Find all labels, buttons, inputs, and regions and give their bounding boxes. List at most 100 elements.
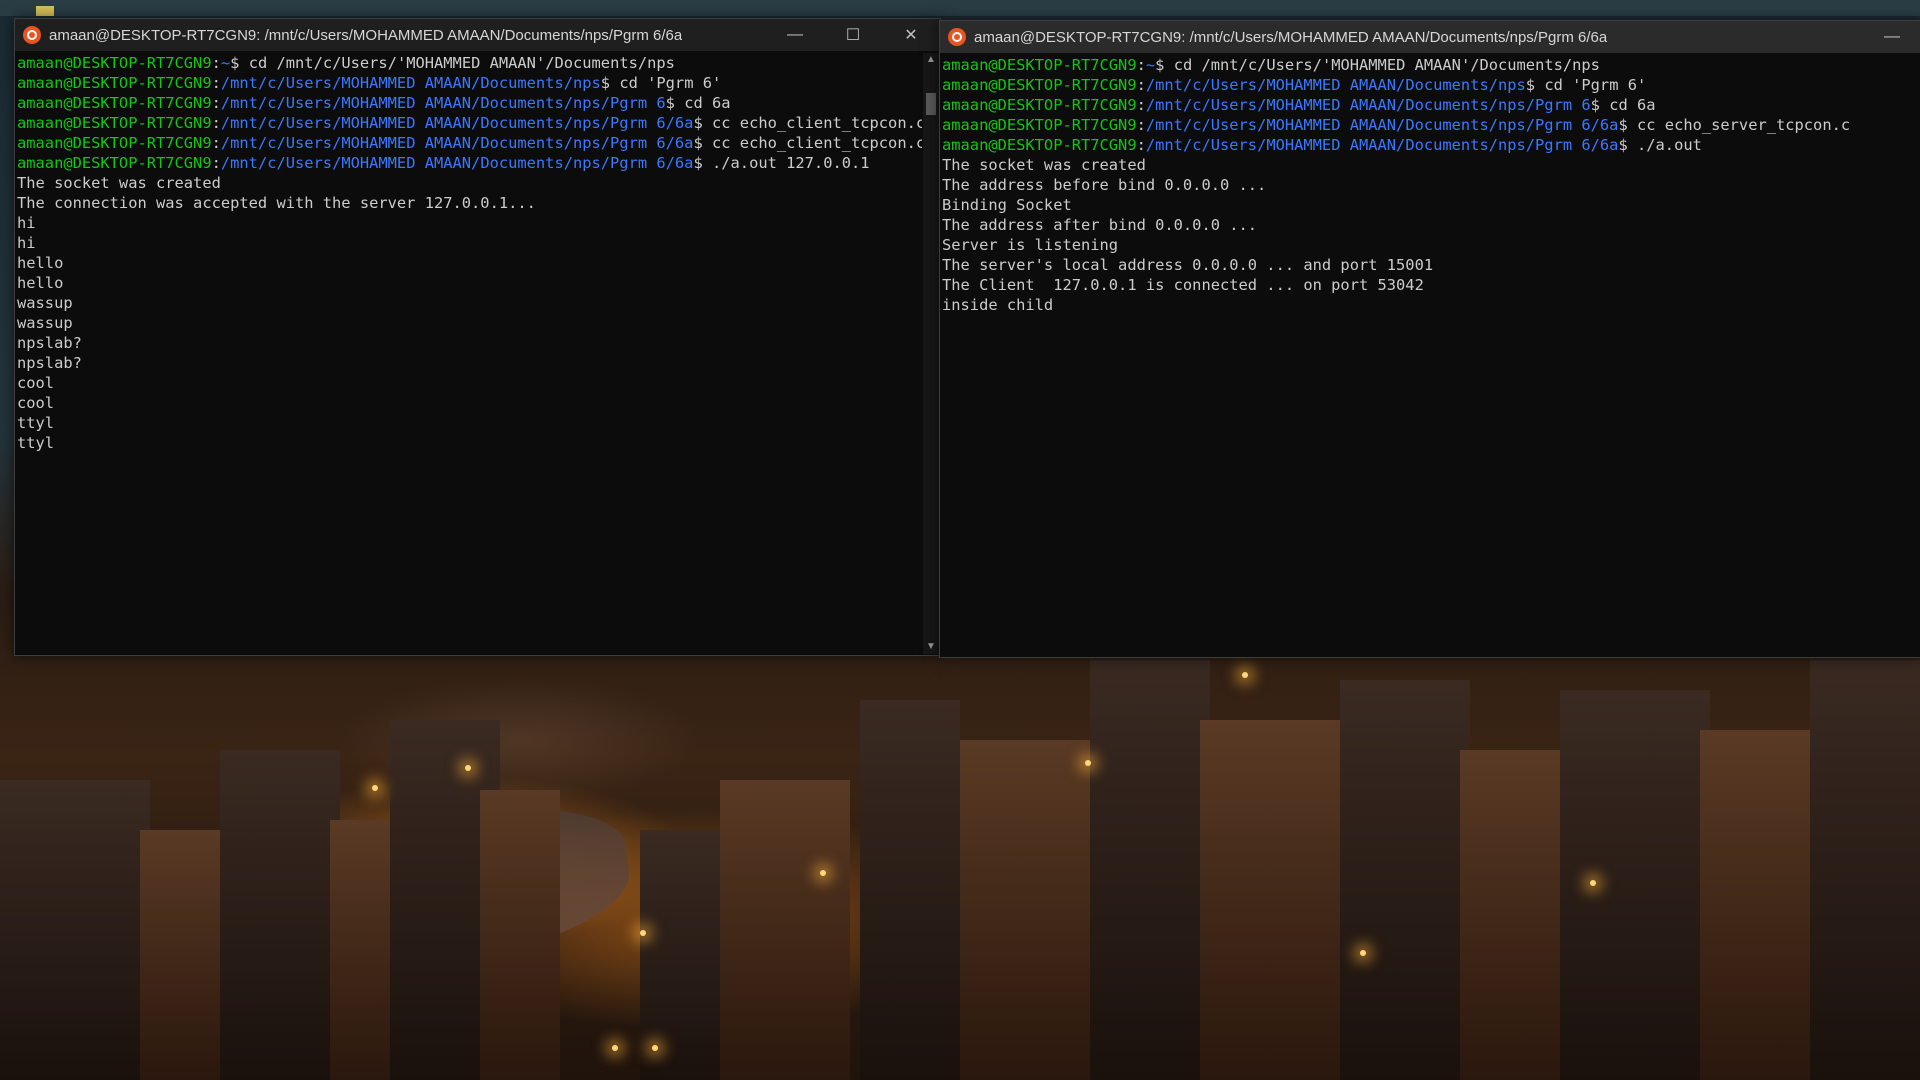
prompt-path: ~ [220,54,231,72]
command-text: cd 'Pgrm 6' [1544,76,1647,94]
wallpaper-building [640,830,730,1080]
output-line: The Client 127.0.0.1 is connected ... on… [942,276,1424,294]
minimize-icon[interactable]: — [1863,21,1920,53]
wallpaper-building [220,750,340,1080]
prompt-path: /mnt/c/Users/MOHAMMED AMAAN/Documents/np… [220,134,694,152]
client-scrollbar[interactable]: ▲ ▼ [923,53,939,654]
prompt-path: /mnt/c/Users/MOHAMMED AMAAN/Documents/np… [1145,96,1591,114]
prompt-path: ~ [1145,56,1156,74]
prompt-user: amaan@DESKTOP-RT7CGN9 [17,94,212,112]
wallpaper-building [1340,680,1470,1080]
command-text: ./a.out 127.0.0.1 [712,154,870,172]
ubuntu-icon[interactable] [948,28,966,46]
output-line: npslab? [17,354,82,372]
server-titlebar[interactable]: amaan@DESKTOP-RT7CGN9: /mnt/c/Users/MOHA… [940,21,1920,53]
prompt-path: /mnt/c/Users/MOHAMMED AMAAN/Documents/np… [220,94,666,112]
ubuntu-icon[interactable] [23,26,41,44]
command-text: ./a.out [1637,136,1702,154]
prompt-line: amaan@DESKTOP-RT7CGN9:/mnt/c/Users/MOHAM… [17,74,722,92]
wallpaper-light [372,785,378,791]
minimize-icon[interactable]: — [766,19,824,51]
output-line: The connection was accepted with the ser… [17,194,536,212]
prompt-user: amaan@DESKTOP-RT7CGN9 [942,116,1137,134]
prompt-user: amaan@DESKTOP-RT7CGN9 [942,56,1137,74]
output-line: hello [17,274,64,292]
command-text: cd 'Pgrm 6' [619,74,722,92]
client-terminal-window[interactable]: amaan@DESKTOP-RT7CGN9: /mnt/c/Users/MOHA… [14,18,941,656]
prompt-user: amaan@DESKTOP-RT7CGN9 [942,136,1137,154]
prompt-path: /mnt/c/Users/MOHAMMED AMAAN/Documents/np… [1145,76,1526,94]
wallpaper-light [1360,950,1366,956]
prompt-line: amaan@DESKTOP-RT7CGN9:~$ cd /mnt/c/Users… [942,56,1600,74]
output-line: inside child [942,296,1054,314]
prompt-user: amaan@DESKTOP-RT7CGN9 [942,76,1137,94]
command-text: cd /mnt/c/Users/'MOHAMMED AMAAN'/Documen… [248,54,675,72]
server-window-title: amaan@DESKTOP-RT7CGN9: /mnt/c/Users/MOHA… [974,28,1608,46]
output-line: The address before bind 0.0.0.0 ... [942,176,1267,194]
scroll-thumb[interactable] [926,93,936,115]
folder-icon[interactable] [36,6,54,16]
wallpaper-light [640,930,646,936]
scroll-up-icon[interactable]: ▲ [923,53,939,67]
output-line: ttyl [17,434,55,452]
wallpaper-building [0,780,150,1080]
wallpaper-building [1200,720,1350,1080]
wallpaper-light [465,765,471,771]
client-terminal-output[interactable]: amaan@DESKTOP-RT7CGN9:~$ cd /mnt/c/Users… [16,53,922,654]
command-text: cd 6a [684,94,731,112]
output-line: wassup [17,294,73,312]
scroll-down-icon[interactable]: ▼ [923,640,939,654]
output-line: Server is listening [942,236,1119,254]
maximize-icon[interactable]: ☐ [824,19,882,51]
command-text: cc echo_client_tcpcon.c [712,134,922,152]
output-line: The server's local address 0.0.0.0 ... a… [942,256,1434,274]
taskbar-strip [0,0,1920,16]
output-line: cool [17,394,55,412]
prompt-line: amaan@DESKTOP-RT7CGN9:/mnt/c/Users/MOHAM… [942,116,1851,134]
prompt-user: amaan@DESKTOP-RT7CGN9 [17,74,212,92]
command-text: cc echo_server_tcpcon.c [1637,116,1851,134]
output-line: hello [17,254,64,272]
wallpaper-building [860,700,960,1080]
wallpaper-building [720,780,850,1080]
output-line: npslab? [17,334,82,352]
prompt-line: amaan@DESKTOP-RT7CGN9:/mnt/c/Users/MOHAM… [17,94,731,112]
output-line: hi [17,234,36,252]
wallpaper-light [820,870,826,876]
output-line: ttyl [17,414,55,432]
output-line: hi [17,214,36,232]
wallpaper-light [1085,760,1091,766]
client-titlebar[interactable]: amaan@DESKTOP-RT7CGN9: /mnt/c/Users/MOHA… [15,19,940,51]
prompt-user: amaan@DESKTOP-RT7CGN9 [17,54,212,72]
server-terminal-window[interactable]: amaan@DESKTOP-RT7CGN9: /mnt/c/Users/MOHA… [939,20,1920,658]
output-line: The address after bind 0.0.0.0 ... [942,216,1258,234]
wallpaper-building [1700,730,1820,1080]
prompt-path: /mnt/c/Users/MOHAMMED AMAAN/Documents/np… [1145,116,1619,134]
close-icon[interactable]: ✕ [882,19,940,51]
wallpaper-building [140,830,230,1080]
prompt-user: amaan@DESKTOP-RT7CGN9 [17,134,212,152]
client-window-controls: — ☐ ✕ [766,19,940,51]
wallpaper-building [1460,750,1570,1080]
prompt-path: /mnt/c/Users/MOHAMMED AMAAN/Documents/np… [220,114,694,132]
output-line: Binding Socket [942,196,1072,214]
command-text: cc echo_client_tcpcon.c [712,114,922,132]
prompt-user: amaan@DESKTOP-RT7CGN9 [17,114,212,132]
wallpaper-building [960,740,1100,1080]
wallpaper-light [1590,880,1596,886]
prompt-line: amaan@DESKTOP-RT7CGN9:/mnt/c/Users/MOHAM… [17,154,870,172]
client-window-title: amaan@DESKTOP-RT7CGN9: /mnt/c/Users/MOHA… [49,26,683,44]
prompt-path: /mnt/c/Users/MOHAMMED AMAAN/Documents/np… [220,74,601,92]
wallpaper-building [1090,660,1210,1080]
server-terminal-output[interactable]: amaan@DESKTOP-RT7CGN9:~$ cd /mnt/c/Users… [941,55,1919,656]
output-line: The socket was created [942,156,1146,174]
prompt-line: amaan@DESKTOP-RT7CGN9:/mnt/c/Users/MOHAM… [942,96,1656,114]
wallpaper-light [612,1045,618,1051]
prompt-user: amaan@DESKTOP-RT7CGN9 [17,154,212,172]
prompt-line: amaan@DESKTOP-RT7CGN9:/mnt/c/Users/MOHAM… [17,113,922,133]
prompt-user: amaan@DESKTOP-RT7CGN9 [942,96,1137,114]
command-text: cd /mnt/c/Users/'MOHAMMED AMAAN'/Documen… [1173,56,1600,74]
server-window-controls: — [1863,21,1920,53]
wallpaper-building [1560,690,1710,1080]
output-line: The socket was created [17,174,221,192]
